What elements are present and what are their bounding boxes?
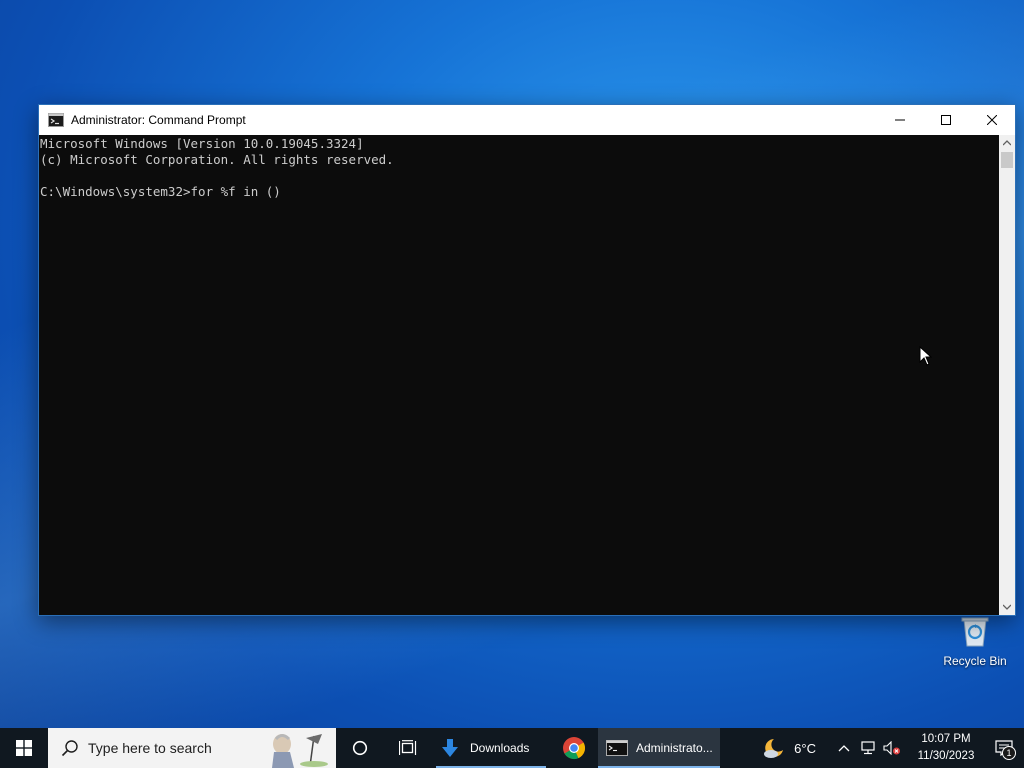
- desktop-icon-label: Recycle Bin: [943, 654, 1007, 668]
- task-view-button[interactable]: [384, 728, 432, 768]
- clock-date: 11/30/2023: [917, 750, 975, 762]
- window-titlebar[interactable]: Administrator: Command Prompt: [39, 105, 1015, 135]
- taskbar-app-chrome[interactable]: [550, 728, 598, 768]
- chevron-up-icon: [1003, 140, 1011, 146]
- recycle-bin-icon: [961, 617, 989, 647]
- action-center-button[interactable]: 1: [984, 728, 1024, 768]
- console-line: Microsoft Windows [Version 10.0.19045.33…: [40, 136, 364, 151]
- start-button[interactable]: [0, 728, 48, 768]
- minimize-icon: [895, 119, 905, 121]
- minimize-button[interactable]: [877, 105, 923, 135]
- search-highlight-art-icon: [262, 730, 332, 768]
- weather-temperature: 6°C: [794, 740, 816, 756]
- close-button[interactable]: [969, 105, 1015, 135]
- moon-cloud-icon: [764, 739, 784, 758]
- taskbar: Type here to search Downloads Administra…: [0, 728, 1024, 768]
- maximize-icon: [941, 115, 951, 125]
- scroll-down-button[interactable]: [999, 599, 1015, 615]
- maximize-button[interactable]: [923, 105, 969, 135]
- close-icon: [987, 115, 997, 125]
- notification-count-badge: 1: [1002, 746, 1016, 760]
- taskbar-app-label: Downloads: [470, 741, 530, 755]
- show-hidden-icons-button[interactable]: [832, 728, 856, 768]
- chevron-up-icon: [838, 745, 850, 752]
- chevron-down-icon: [1003, 604, 1011, 610]
- clock-time: 10:07 PM: [921, 733, 971, 745]
- taskbar-app-label: Administrato...: [636, 741, 713, 755]
- windows-logo-icon: [16, 740, 32, 756]
- taskbar-app-command-prompt[interactable]: Administrato...: [598, 728, 720, 768]
- task-view-icon: [399, 740, 417, 755]
- console-prompt-line: C:\Windows\system32>for %f in (): [40, 184, 281, 199]
- search-icon: [61, 740, 78, 757]
- console-line: (c) Microsoft Corporation. All rights re…: [40, 152, 394, 167]
- cmd-icon: [606, 740, 628, 756]
- window-title: Administrator: Command Prompt: [71, 113, 246, 127]
- search-placeholder: Type here to search: [88, 740, 212, 756]
- scroll-up-button[interactable]: [999, 135, 1015, 151]
- volume-muted-icon: [883, 741, 900, 755]
- chrome-icon: [563, 737, 586, 760]
- console-output[interactable]: Microsoft Windows [Version 10.0.19045.33…: [39, 135, 999, 615]
- system-tray: 6°C 10:07 PM 11/30/2023 1: [762, 728, 1024, 768]
- network-icon: [861, 741, 875, 755]
- command-prompt-window[interactable]: Administrator: Command Prompt Microsoft …: [38, 104, 1016, 616]
- network-button[interactable]: [856, 728, 880, 768]
- desktop-icon-recycle-bin[interactable]: Recycle Bin: [938, 612, 1012, 672]
- taskbar-app-downloads[interactable]: Downloads: [432, 728, 550, 768]
- volume-button[interactable]: [880, 728, 904, 768]
- cortana-button[interactable]: [336, 728, 384, 768]
- vertical-scrollbar[interactable]: [999, 135, 1015, 615]
- cmd-icon: [48, 113, 64, 127]
- taskbar-clock[interactable]: 10:07 PM 11/30/2023: [908, 731, 984, 765]
- weather-widget[interactable]: 6°C: [762, 736, 816, 760]
- folder-download-icon: [442, 739, 458, 757]
- scroll-thumb[interactable]: [1001, 152, 1013, 168]
- taskbar-search-box[interactable]: Type here to search: [48, 728, 336, 768]
- mouse-cursor-icon: [919, 346, 933, 366]
- cortana-circle-icon: [352, 740, 368, 756]
